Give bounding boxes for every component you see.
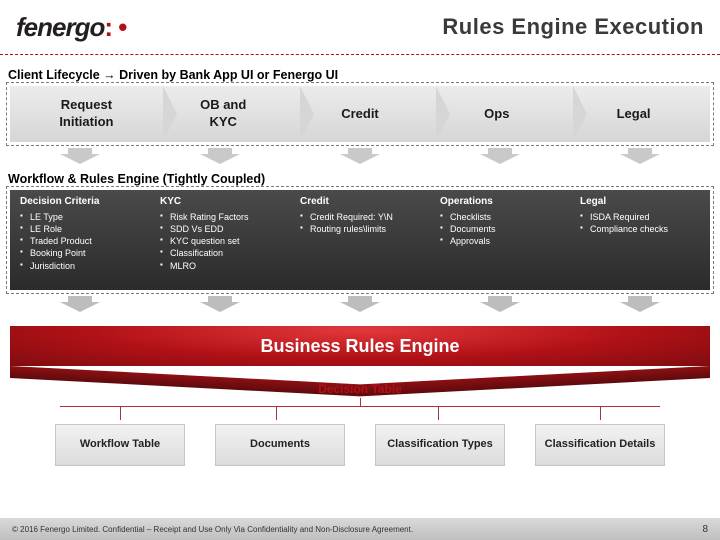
chip-classification-details: Classification Details <box>535 424 665 466</box>
lifecycle-stages: Request Initiation OB and KYC Credit Ops… <box>10 86 710 142</box>
page-number: 8 <box>702 524 708 535</box>
down-arrow-icon <box>290 296 430 314</box>
col-kyc: KYC Risk Rating Factors SDD Vs EDD KYC q… <box>150 190 290 290</box>
col-decision-criteria: Decision Criteria LE Type LE Role Traded… <box>10 190 150 290</box>
rules-columns: Decision Criteria LE Type LE Role Traded… <box>10 190 710 290</box>
header-divider <box>0 54 720 55</box>
down-arrow-icon <box>570 296 710 314</box>
down-arrow-icon <box>290 148 430 166</box>
down-arrow-icon <box>430 296 570 314</box>
chip-workflow-table: Workflow Table <box>55 424 185 466</box>
decision-table-label: Decision Table <box>0 382 720 396</box>
col-credit: Credit Credit Required: Y\N Routing rule… <box>290 190 430 290</box>
list-item: Approvals <box>440 235 560 247</box>
list-item: Jurisdiction <box>20 260 140 272</box>
list-item: MLRO <box>160 260 280 272</box>
copyright-text: © 2016 Fenergo Limited. Confidential – R… <box>12 525 413 534</box>
decision-table-bracket <box>60 398 660 424</box>
list-item: ISDA Required <box>580 211 700 223</box>
slide-title: Rules Engine Execution <box>442 14 704 40</box>
brand-logo: fenergo : • <box>16 12 126 43</box>
chip-documents: Documents <box>215 424 345 466</box>
footer-bar: © 2016 Fenergo Limited. Confidential – R… <box>0 518 720 540</box>
logo-punct: : • <box>104 12 126 43</box>
down-arrow-icon <box>150 148 290 166</box>
list-item: Checklists <box>440 211 560 223</box>
down-arrow-icon <box>10 296 150 314</box>
chip-classification-types: Classification Types <box>375 424 505 466</box>
list-item: LE Role <box>20 223 140 235</box>
stage-request-initiation: Request Initiation <box>10 86 163 142</box>
down-arrow-icon <box>430 148 570 166</box>
list-item: Traded Product <box>20 235 140 247</box>
list-item: Risk Rating Factors <box>160 211 280 223</box>
col-legal: Legal ISDA Required Compliance checks <box>570 190 710 290</box>
down-arrow-icon <box>10 148 150 166</box>
list-item: LE Type <box>20 211 140 223</box>
down-arrow-icon <box>570 148 710 166</box>
list-item: Classification <box>160 247 280 259</box>
list-item: Routing rules\limits <box>300 223 420 235</box>
list-item: KYC question set <box>160 235 280 247</box>
list-item: Booking Point <box>20 247 140 259</box>
logo-text: fenergo <box>16 12 104 43</box>
decision-table-chips: Workflow Table Documents Classification … <box>40 424 680 470</box>
list-item: Compliance checks <box>580 223 700 235</box>
rules-arrows <box>10 296 710 314</box>
down-arrow-icon <box>150 296 290 314</box>
list-item: Credit Required: Y\N <box>300 211 420 223</box>
workflow-rules-label: Workflow & Rules Engine (Tightly Coupled… <box>8 172 265 186</box>
list-item: Documents <box>440 223 560 235</box>
business-rules-engine-banner: Business Rules Engine <box>10 326 710 378</box>
list-item: SDD Vs EDD <box>160 223 280 235</box>
col-operations: Operations Checklists Documents Approval… <box>430 190 570 290</box>
lifecycle-arrows <box>10 148 710 166</box>
lifecycle-label: Client Lifecycle → Driven by Bank App UI… <box>8 68 338 82</box>
